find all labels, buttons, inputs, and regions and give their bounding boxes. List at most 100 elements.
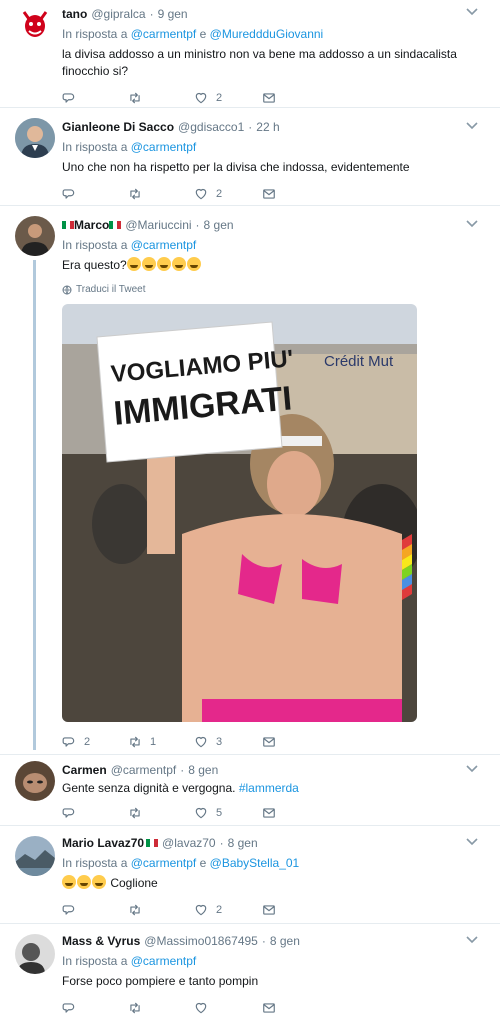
italy-flag-icon: [109, 221, 122, 229]
timestamp[interactable]: 8 gen: [228, 836, 258, 850]
author-handle[interactable]: @gipralca: [91, 7, 145, 21]
timestamp[interactable]: 8 gen: [270, 934, 300, 948]
dm-button[interactable]: [262, 187, 276, 201]
background-bank-sign: Crédit Mut: [324, 353, 394, 370]
caret-down-icon[interactable]: [466, 8, 478, 16]
mention-link[interactable]: @carmentpf: [131, 954, 197, 968]
dm-button[interactable]: [262, 735, 276, 749]
separator: ·: [248, 120, 253, 134]
avatar[interactable]: [15, 836, 55, 876]
tweet-mario[interactable]: Mario Lavaz70 @lavaz70 · 8 gen In rispos…: [0, 826, 500, 924]
mention-link[interactable]: @MureddduGiovanni: [210, 27, 324, 41]
tweet-carmen[interactable]: Carmen @carmentpf · 8 gen Gente senza di…: [0, 754, 500, 826]
retweet-button[interactable]: [128, 91, 194, 105]
author-handle[interactable]: @Massimo01867495: [144, 934, 258, 948]
mention-link[interactable]: @carmentpf: [131, 140, 197, 154]
reply-icon: [62, 806, 76, 820]
author-handle[interactable]: @Mariuccini: [125, 218, 191, 232]
caret-down-icon[interactable]: [466, 220, 478, 228]
dm-button[interactable]: [262, 91, 276, 105]
tweet-actions: [62, 998, 500, 1018]
timestamp[interactable]: 22 h: [256, 120, 279, 134]
reply-button[interactable]: [62, 187, 128, 201]
avatar[interactable]: [15, 761, 55, 801]
retweet-icon: [128, 735, 142, 749]
author-handle[interactable]: @lavaz70: [162, 836, 216, 850]
mention-link[interactable]: @carmentpf: [131, 856, 197, 870]
devil-avatar-icon: [15, 4, 55, 44]
retweet-button[interactable]: [128, 187, 194, 201]
dm-icon: [262, 91, 276, 105]
like-count: 2: [216, 188, 223, 200]
reply-button[interactable]: [62, 1001, 128, 1015]
tweet-tano[interactable]: tano @gipralca · 9 gen In risposta a @ca…: [0, 0, 500, 108]
caret-down-icon[interactable]: [466, 936, 478, 944]
like-button[interactable]: 3: [194, 735, 262, 749]
tweet-marco[interactable]: Marco @Mariuccini · 8 gen In risposta a …: [0, 206, 500, 754]
mention-link[interactable]: @carmentpf: [131, 27, 197, 41]
tweet-text-line: Gente senza dignità e vergogna.: [62, 781, 236, 795]
mention-link[interactable]: @carmentpf: [131, 238, 197, 252]
retweet-button[interactable]: [128, 806, 194, 820]
author-name[interactable]: Gianleone Di Sacco: [62, 120, 174, 134]
mention-link[interactable]: @BabyStella_01: [210, 856, 300, 870]
reply-button[interactable]: [62, 91, 128, 105]
tweet-actions: 2 1 3: [62, 732, 500, 752]
retweet-button[interactable]: 1: [128, 735, 194, 749]
retweet-button[interactable]: [128, 903, 194, 917]
author-name[interactable]: Carmen: [62, 763, 107, 777]
tweet-text-line: la divisa addosso a un ministro non va b…: [62, 47, 457, 61]
tweet-text: Coglione: [62, 875, 500, 892]
timestamp[interactable]: 8 gen: [188, 763, 218, 777]
reply-icon: [62, 1001, 76, 1015]
reply-button[interactable]: [62, 806, 128, 820]
avatar[interactable]: [15, 934, 55, 974]
dm-button[interactable]: [262, 806, 276, 820]
separator: ·: [261, 934, 266, 948]
translate-link[interactable]: Traduci il Tweet: [62, 284, 500, 295]
caret-down-icon[interactable]: [466, 838, 478, 846]
retweet-icon: [128, 903, 142, 917]
tweet-actions: 2: [62, 184, 500, 204]
author-handle[interactable]: @carmentpf: [111, 763, 177, 777]
like-count: 2: [216, 92, 223, 104]
hashtag-link[interactable]: #lammerda: [239, 781, 299, 795]
author-name[interactable]: tano: [62, 7, 87, 21]
reply-prefix: In risposta a: [62, 954, 128, 968]
author-handle[interactable]: @gdisacco1: [178, 120, 244, 134]
timestamp[interactable]: 9 gen: [158, 7, 188, 21]
tweet-text: Gente senza dignità e vergogna. #lammerd…: [62, 780, 500, 797]
author-name[interactable]: Mass & Vyrus: [62, 934, 140, 948]
like-button[interactable]: 5: [194, 806, 262, 820]
like-button[interactable]: 2: [194, 187, 262, 201]
tweet-media-image[interactable]: Crédit Mut VOGLIAMO PIU' IMMIGRATI: [62, 304, 417, 722]
author-name[interactable]: Marco: [74, 218, 109, 232]
like-icon: [194, 91, 208, 105]
tweet-mass-vyrus[interactable]: Mass & Vyrus @Massimo01867495 · 8 gen In…: [0, 924, 500, 1020]
avatar[interactable]: [15, 216, 55, 256]
translate-label: Traduci il Tweet: [76, 284, 146, 295]
like-button[interactable]: [194, 1001, 262, 1015]
caret-down-icon[interactable]: [466, 765, 478, 773]
dm-button[interactable]: [262, 903, 276, 917]
timestamp[interactable]: 8 gen: [204, 218, 234, 232]
tweet-text: la divisa addosso a un ministro non va b…: [62, 46, 500, 80]
dm-button[interactable]: [262, 1001, 276, 1015]
reply-button[interactable]: [62, 903, 128, 917]
caret-down-icon[interactable]: [466, 122, 478, 130]
reply-button[interactable]: 2: [62, 735, 128, 749]
author-name[interactable]: Mario Lavaz70: [62, 836, 144, 850]
separator: ·: [195, 218, 200, 232]
like-button[interactable]: 2: [194, 903, 262, 917]
avatar[interactable]: [15, 4, 55, 44]
retweet-icon: [128, 187, 142, 201]
tweet-text: Uno che non ha rispetto per la divisa ch…: [62, 159, 500, 176]
avatar[interactable]: [15, 118, 55, 158]
like-icon: [194, 187, 208, 201]
tweet-gianleone[interactable]: Gianleone Di Sacco @gdisacco1 · 22 h In …: [0, 108, 500, 206]
retweet-button[interactable]: [128, 1001, 194, 1015]
retweet-count: 1: [150, 736, 157, 748]
reply-prefix: In risposta a: [62, 238, 128, 252]
like-button[interactable]: 2: [194, 91, 262, 105]
tweet-actions: 2: [62, 88, 500, 108]
